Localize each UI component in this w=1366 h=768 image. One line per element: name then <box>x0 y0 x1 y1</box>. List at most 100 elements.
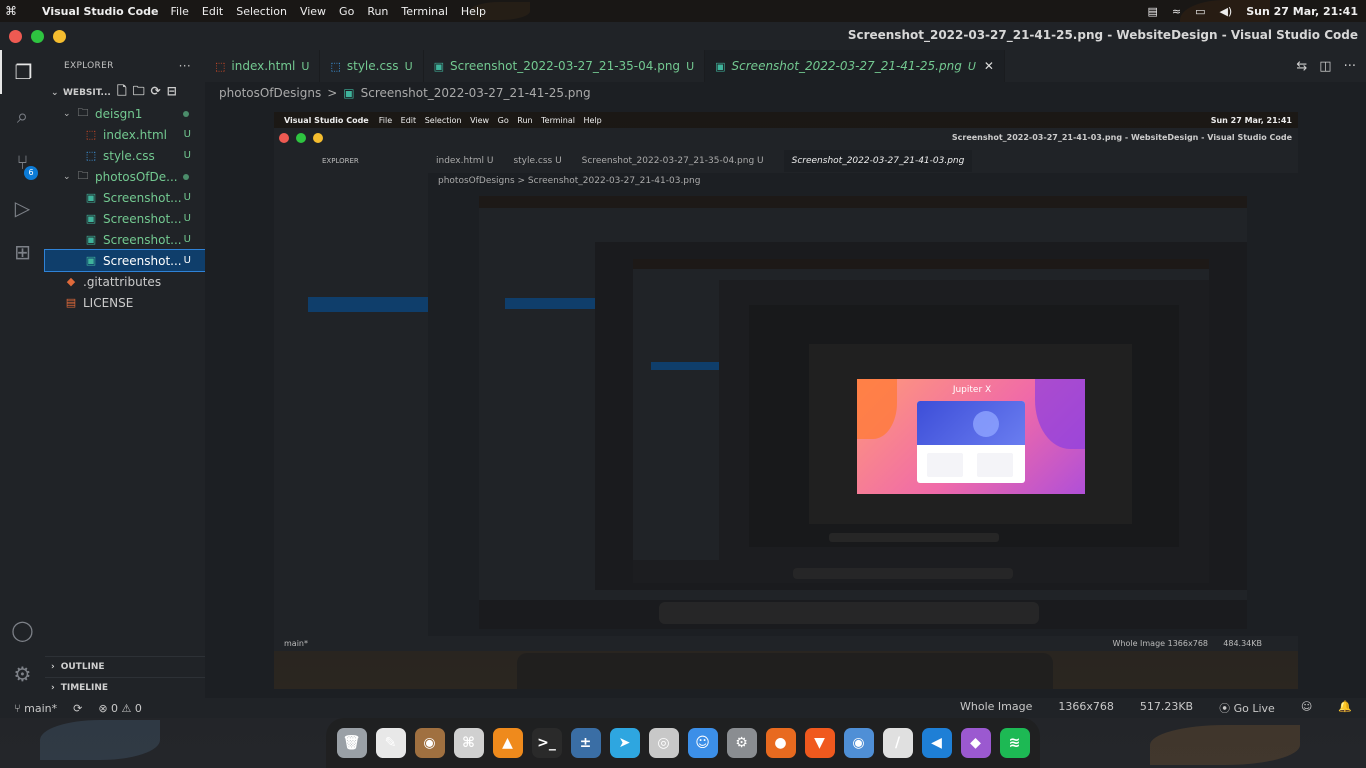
sync-icon[interactable]: ⟳ <box>73 702 82 715</box>
vlc-glyph: ▲ <box>502 735 513 751</box>
close-window-button[interactable] <box>9 29 22 43</box>
file-item[interactable]: ▣ Screenshot... U <box>45 187 205 208</box>
dock-app-screenshot-icon[interactable]: ✎ <box>375 728 406 758</box>
dock-app-calculator-icon[interactable]: ± <box>570 728 601 758</box>
folder-icon: 🗀 <box>77 106 89 119</box>
explorer-title: EXPLORER <box>64 61 114 71</box>
extensions-icon[interactable]: ⊞ <box>0 230 45 274</box>
menu-item-go[interactable]: Go <box>339 5 354 18</box>
menu-item-view[interactable]: View <box>300 5 326 18</box>
dock-app-trash-icon[interactable]: 🗑 <box>336 728 367 758</box>
zoom-level[interactable]: Whole Image <box>960 700 1032 716</box>
run-debug-icon[interactable]: ▷ <box>0 186 45 230</box>
outline-label: OUTLINE <box>60 662 105 672</box>
manage-gear-icon[interactable]: ⚙ <box>0 652 45 696</box>
open-changes-icon[interactable]: ⇆ <box>1296 59 1307 74</box>
timeline-section[interactable]: › TIMELINE <box>45 677 205 698</box>
file-item[interactable]: ▤ LICENSE <box>45 292 205 313</box>
dock-app-gimp-icon[interactable]: ◉ <box>414 728 445 758</box>
dock-app-firefox-icon[interactable]: ● <box>765 728 796 758</box>
settings-glyph: ⚙ <box>735 735 748 751</box>
menu-item-run[interactable]: Run <box>367 5 388 18</box>
tab-label: Screenshot_2022-03-27_21-35-04.png <box>450 59 681 73</box>
git-status-badge: U <box>183 150 191 161</box>
file-label: .gitattributes <box>83 274 162 289</box>
dock-app-telegram-icon[interactable]: ➤ <box>609 728 640 758</box>
menu-item-edit[interactable]: Edit <box>202 5 223 18</box>
search-icon[interactable]: ⌕ <box>0 94 45 138</box>
scm-badge: 6 <box>24 166 38 180</box>
dock-app-terminal-icon[interactable]: >_ <box>531 728 562 758</box>
branch-indicator[interactable]: ⑂ main* <box>14 702 57 715</box>
css-file-icon: ⬚ <box>330 59 341 73</box>
dock-app-spotify-icon[interactable]: ≋ <box>999 728 1030 758</box>
chevron-down-icon: ⌄ <box>51 87 59 98</box>
file-label: Screenshot... <box>103 232 182 247</box>
dock-app-brave-icon[interactable]: ▼ <box>804 728 835 758</box>
clock[interactable]: Sun 27 Mar, 21:41 <box>1246 5 1358 18</box>
dock-app-settings-icon[interactable]: ⚙ <box>726 728 757 758</box>
app-menu: File Edit Selection View Go Run Terminal Help <box>171 5 499 18</box>
more-actions-icon[interactable]: ··· <box>179 59 191 73</box>
dock-app-camera-icon[interactable]: ◎ <box>648 728 679 758</box>
file-item[interactable]: ⬚ index.html U <box>45 124 205 145</box>
file-item[interactable]: ▣ Screenshot... U <box>45 208 205 229</box>
system-logo-icon[interactable]: ⌘ <box>0 4 22 18</box>
breadcrumb-file[interactable]: Screenshot_2022-03-27_21-41-25.png <box>361 86 591 100</box>
file-item[interactable]: ▣ Screenshot... U <box>45 229 205 250</box>
menu-item-terminal[interactable]: Terminal <box>401 5 448 18</box>
wallpaper-leaf <box>1150 725 1300 765</box>
dock-app-vscode-icon[interactable]: ◀ <box>921 728 952 758</box>
wifi-icon[interactable]: ≈ <box>1172 5 1181 18</box>
screenshot-image[interactable]: Visual Studio Code File Edit Selection V… <box>274 112 1298 689</box>
volume-icon[interactable]: ◀) <box>1219 5 1232 18</box>
minimize-window-button[interactable] <box>53 29 66 43</box>
outline-section[interactable]: › OUTLINE <box>45 656 205 677</box>
tab-image[interactable]: ▣ Screenshot_2022-03-27_21-41-25.png U ✕ <box>705 50 1005 82</box>
language-icon[interactable]: ▤ <box>1147 5 1157 18</box>
file-item[interactable]: ⬚ style.css U <box>45 145 205 166</box>
workspace-root[interactable]: ⌄ WEBSIT... 🗋🗀⟳⊟ <box>45 82 205 103</box>
file-item[interactable]: ◆ .gitattributes <box>45 271 205 292</box>
dock-app-cheese-icon[interactable]: ◉ <box>843 728 874 758</box>
tab-label: index.html <box>231 59 296 73</box>
nested-screenshot-3: Jupiter X <box>633 259 1209 583</box>
tab-css[interactable]: ⬚ style.css U <box>320 50 424 82</box>
image-preview-editor: Visual Studio Code File Edit Selection V… <box>205 104 1366 698</box>
dock-app-vlc-icon[interactable]: ▲ <box>492 728 523 758</box>
close-tab-icon[interactable]: ✕ <box>984 59 994 73</box>
explorer-icon[interactable]: ❐ <box>0 50 45 94</box>
breadcrumb-folder[interactable]: photosOfDesigns <box>219 86 321 100</box>
source-control-icon[interactable]: ⑂ 6 <box>0 140 45 184</box>
split-editor-icon[interactable]: ◫ <box>1319 59 1331 74</box>
nested-menu: File Edit Selection View Go Run Terminal… <box>378 115 602 125</box>
window-title: Screenshot_2022-03-27_21-41-25.png - Web… <box>847 28 1358 42</box>
menu-item-help[interactable]: Help <box>461 5 486 18</box>
maximize-window-button[interactable] <box>31 29 44 43</box>
dock-app-editor-icon[interactable]: / <box>882 728 913 758</box>
file-item[interactable]: ▣ Screenshot... U <box>44 249 206 272</box>
battery-icon[interactable]: ▭ <box>1195 5 1205 18</box>
more-actions-icon[interactable]: ··· <box>1344 59 1356 74</box>
notifications-icon[interactable]: 🔔 <box>1338 700 1352 716</box>
file-label: Screenshot... <box>103 190 182 205</box>
folder-item[interactable]: ⌄ 🗀 deisgn1 <box>45 103 205 124</box>
tab-html[interactable]: ⬚ index.html U <box>205 50 321 82</box>
go-live-button[interactable]: ⦿ Go Live <box>1219 700 1275 716</box>
dock-app-keyboard-icon[interactable]: ⌘ <box>453 728 484 758</box>
account-icon[interactable]: ◯ <box>0 608 45 652</box>
feedback-icon[interactable]: ☺ <box>1301 700 1312 716</box>
dock-app-github-icon[interactable]: ◆ <box>960 728 991 758</box>
dock-app-finder-icon[interactable]: ☺ <box>687 728 718 758</box>
active-app-name[interactable]: Visual Studio Code <box>42 5 159 18</box>
problems-indicator[interactable]: ⊗ 0 ⚠ 0 <box>98 702 142 715</box>
menu-item-file[interactable]: File <box>171 5 189 18</box>
file-tree: ⌄ 🗀 deisgn1 ⬚ index.html U ⬚ style.css U ⌄ 🗀 photos… <box>44 103 206 313</box>
spotify-glyph: ≋ <box>1008 735 1021 751</box>
tab-image[interactable]: ▣ Screenshot_2022-03-27_21-35-04.png U <box>424 50 706 82</box>
menu-item-selection[interactable]: Selection <box>236 5 287 18</box>
tab-list: ⬚ index.html U ⬚ style.css U ▣ Screenshot_2022-… <box>205 50 1005 82</box>
explorer-toolbar-icons[interactable]: 🗋🗀⟳⊟ <box>117 82 183 103</box>
folder-item[interactable]: ⌄ 🗀 photosOfDe... <box>45 166 205 187</box>
editor-tabs: ⬚ index.html U ⬚ style.css U ▣ Screenshot_2022-… <box>205 50 1366 82</box>
